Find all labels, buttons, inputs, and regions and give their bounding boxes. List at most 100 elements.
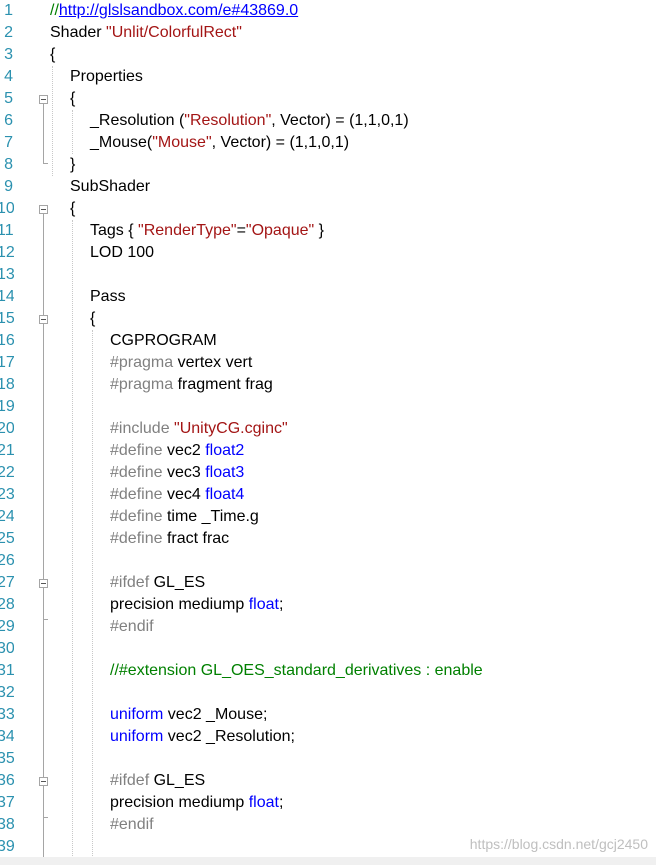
code-line-14: Pass bbox=[90, 286, 126, 308]
line-number: 15 bbox=[0, 310, 14, 327]
line-number: 37 bbox=[0, 794, 14, 811]
code-token: _Mouse( bbox=[90, 134, 153, 151]
preprocessor-token: #ifdef bbox=[110, 772, 150, 789]
code-token: vec2 _Mouse; bbox=[163, 706, 268, 723]
code-line-27: #ifdef GL_ES bbox=[110, 572, 205, 594]
code-token: _Resolution ( bbox=[90, 112, 185, 129]
line-number: 36 bbox=[0, 772, 14, 789]
code-token: precision mediump bbox=[110, 794, 249, 811]
fold-toggle-pass[interactable] bbox=[39, 315, 48, 324]
string-token: "Resolution" bbox=[184, 112, 272, 129]
preprocessor-token: #define bbox=[110, 508, 163, 525]
code-token: Properties bbox=[70, 68, 143, 85]
line-number: 14 bbox=[0, 288, 14, 305]
code-token: vec2 bbox=[162, 442, 206, 459]
code-line-5: { bbox=[70, 88, 75, 110]
line-number: 25 bbox=[0, 530, 14, 547]
preprocessor-token: #pragma bbox=[110, 354, 174, 371]
code-line-18: #pragma fragment frag bbox=[110, 374, 273, 396]
line-number: 24 bbox=[0, 508, 14, 525]
code-token: { bbox=[50, 46, 56, 63]
keyword-token: uniform bbox=[110, 728, 164, 745]
code-line-7: _Mouse("Mouse", Vector) = (1,1,0,1) bbox=[90, 132, 349, 154]
code-line-17: #pragma vertex vert bbox=[110, 352, 252, 374]
code-token: } bbox=[314, 222, 324, 239]
indent-guide bbox=[92, 330, 93, 860]
code-token: ; bbox=[278, 794, 284, 811]
line-number: 38 bbox=[0, 816, 14, 833]
line-number: 2 bbox=[4, 24, 13, 41]
line-number: 8 bbox=[4, 156, 13, 173]
code-line-12: LOD 100 bbox=[90, 242, 154, 264]
line-number: 3 bbox=[4, 46, 13, 63]
code-line-23: #define vec4 float4 bbox=[110, 484, 244, 506]
code-token: CGPROGRAM bbox=[110, 332, 217, 349]
code-token: fragment frag bbox=[173, 376, 273, 393]
code-token: Tags { bbox=[90, 222, 139, 239]
string-token: "Unlit/ColorfulRect" bbox=[106, 24, 242, 41]
preprocessor-token: #include bbox=[110, 420, 175, 437]
keyword-token: float4 bbox=[205, 486, 245, 503]
code-line-16: CGPROGRAM bbox=[110, 330, 217, 352]
fold-margin bbox=[30, 0, 50, 865]
code-token: vec3 bbox=[162, 464, 206, 481]
code-line-29: #endif bbox=[110, 616, 154, 638]
code-line-34: uniform vec2 _Resolution; bbox=[110, 726, 295, 748]
fold-line bbox=[43, 588, 44, 619]
line-number: 31 bbox=[0, 662, 14, 679]
preprocessor-token: #pragma bbox=[110, 376, 174, 393]
fold-end bbox=[43, 619, 48, 620]
line-number: 4 bbox=[4, 68, 13, 85]
string-token: "Mouse" bbox=[152, 134, 212, 151]
line-number: 29 bbox=[0, 618, 14, 635]
fold-end bbox=[43, 163, 48, 164]
line-number: 32 bbox=[0, 684, 14, 701]
indent-guide bbox=[52, 66, 53, 176]
code-line-36: #ifdef GL_ES bbox=[110, 770, 205, 792]
preprocessor-token: #endif bbox=[110, 816, 154, 833]
keyword-token: float bbox=[248, 596, 279, 613]
code-token: precision mediump bbox=[110, 596, 249, 613]
fold-toggle-properties[interactable] bbox=[39, 95, 48, 104]
code-token: vertex vert bbox=[173, 354, 253, 371]
code-line-9: SubShader bbox=[70, 176, 150, 198]
line-number: 22 bbox=[0, 464, 14, 481]
keyword-token: float bbox=[248, 794, 279, 811]
preprocessor-token: #define bbox=[110, 464, 163, 481]
horizontal-scrollbar[interactable] bbox=[0, 857, 656, 865]
preprocessor-token: #endif bbox=[110, 618, 154, 635]
preprocessor-token: #define bbox=[110, 486, 163, 503]
code-link[interactable]: http://glslsandbox.com/e#43869.0 bbox=[59, 2, 298, 19]
preprocessor-token: #define bbox=[110, 530, 163, 547]
code-token: LOD 100 bbox=[90, 244, 155, 261]
code-line-2: Shader "Unlit/ColorfulRect" bbox=[50, 22, 242, 44]
fold-end bbox=[43, 817, 48, 818]
code-token: fract frac bbox=[162, 530, 230, 547]
code-line-33: uniform vec2 _Mouse; bbox=[110, 704, 267, 726]
fold-toggle-subshader[interactable] bbox=[39, 205, 48, 214]
string-token: "UnityCG.cginc" bbox=[174, 420, 288, 437]
code-line-22: #define vec3 float3 bbox=[110, 462, 244, 484]
code-token: time _Time.g bbox=[162, 508, 259, 525]
line-number: 23 bbox=[0, 486, 14, 503]
code-line-38: #endif bbox=[110, 814, 154, 836]
line-number: 18 bbox=[0, 376, 14, 393]
line-number: 19 bbox=[0, 398, 14, 415]
code-editor[interactable]: 1 2 3 4 5 6 7 8 9 10 11 12 13 14 15 16 17 18 19 20 21 22 23 24 2… bbox=[0, 0, 656, 865]
code-line-25: #define fract frac bbox=[110, 528, 229, 550]
code-line-24: #define time _Time.g bbox=[110, 506, 259, 528]
code-token: vec2 _Resolution; bbox=[163, 728, 295, 745]
line-number: 35 bbox=[0, 750, 14, 767]
code-token: Shader bbox=[50, 24, 107, 41]
line-number: 9 bbox=[4, 178, 13, 195]
indent-guide bbox=[72, 110, 73, 154]
line-number: 20 bbox=[0, 420, 14, 437]
fold-toggle-ifdef-2[interactable] bbox=[39, 777, 48, 786]
code-token: , Vector) = (1,1,0,1) bbox=[271, 112, 409, 129]
code-token: = bbox=[236, 222, 246, 239]
code-line-21: #define vec2 float2 bbox=[110, 440, 244, 462]
code-line-31: //#extension GL_OES_standard_derivatives… bbox=[110, 660, 483, 682]
code-line-37: precision mediump float; bbox=[110, 792, 283, 814]
comment-token: //#extension GL_OES_standard_derivatives… bbox=[110, 662, 483, 679]
fold-toggle-ifdef-1[interactable] bbox=[39, 579, 48, 588]
